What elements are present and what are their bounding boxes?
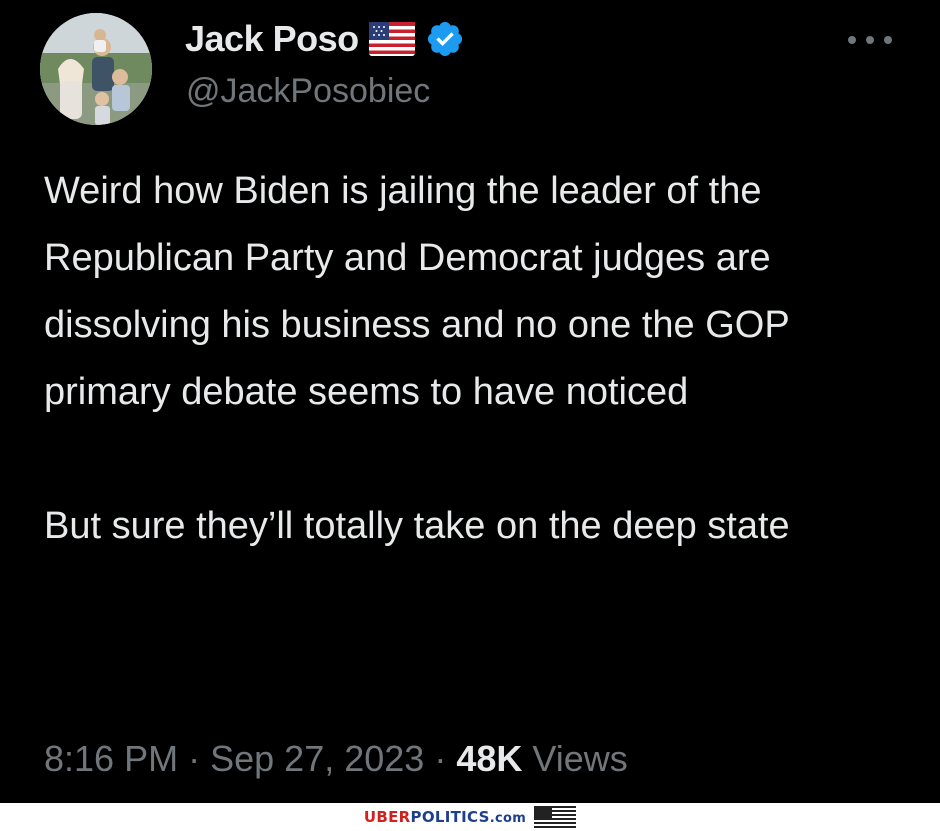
us-flag-icon	[368, 22, 415, 56]
avatar[interactable]	[40, 13, 152, 125]
watermark-politics: POLITICS	[410, 808, 490, 826]
watermark-logo-text: UBERPOLITICS.com	[364, 808, 526, 826]
watermark-com: .com	[489, 811, 527, 826]
meta-separator: ·	[188, 738, 201, 779]
watermark-bar: UBERPOLITICS.com	[0, 803, 940, 831]
views-count[interactable]: 48K	[456, 738, 522, 779]
views-label: Views	[532, 738, 628, 779]
author-handle[interactable]: @JackPosobiec	[186, 72, 430, 111]
tweet-time[interactable]: 8:16 PM	[44, 738, 178, 779]
tweet-date[interactable]: Sep 27, 2023	[210, 738, 424, 779]
dot	[866, 36, 874, 44]
tweet-meta: 8:16 PM · Sep 27, 2023 · 48K Views	[44, 738, 628, 780]
meta-separator: ·	[434, 738, 447, 779]
display-name[interactable]: Jack Poso	[185, 18, 359, 60]
tweet-body: Weird how Biden is jailing the leader of…	[44, 158, 914, 560]
avatar-photo	[40, 13, 152, 125]
watermark-uber: UBER	[363, 808, 411, 826]
tweet-card: Jack Poso @JackPosobiec Weird how Biden …	[0, 0, 940, 803]
more-options-icon[interactable]	[848, 30, 892, 50]
verified-badge-icon[interactable]	[425, 19, 465, 59]
tweet-paragraph: Weird how Biden is jailing the leader of…	[44, 170, 789, 413]
tweet-paragraph: But sure they’ll totally take on the dee…	[44, 505, 790, 547]
dot	[884, 36, 892, 44]
dot	[848, 36, 856, 44]
author-name-row: Jack Poso	[185, 16, 465, 62]
watermark-flag-icon	[534, 806, 577, 828]
